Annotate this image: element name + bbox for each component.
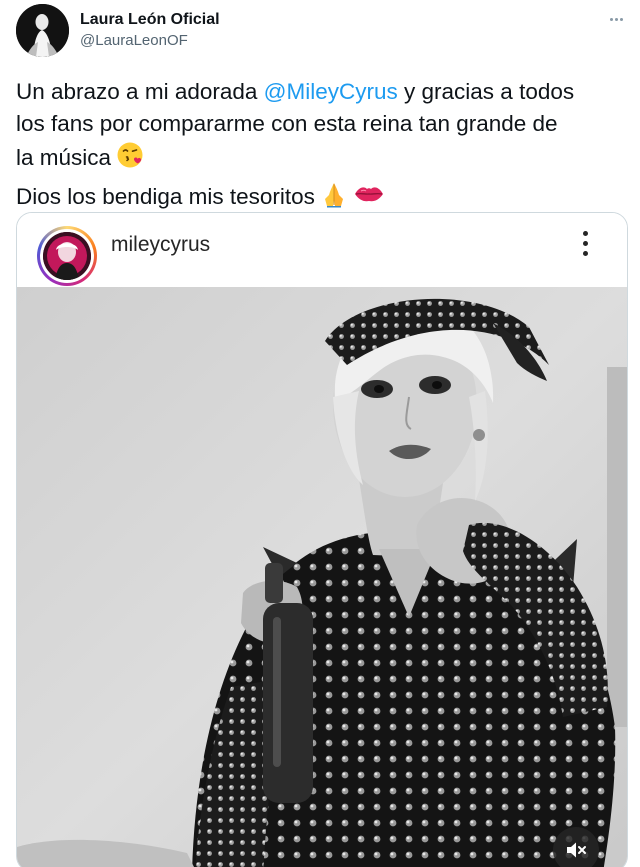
tweet-text: Un abrazo a mi adorada @MileyCyrus y gra…: [16, 76, 628, 218]
embed-username[interactable]: mileycyrus: [111, 233, 210, 257]
embedded-video[interactable]: [17, 287, 627, 867]
face-blowing-kiss-emoji: [115, 140, 145, 179]
tweet-text-segment: la música: [16, 145, 112, 170]
tweet-header: Laura León Oficial @LauraLeonOF: [0, 0, 640, 64]
embed-header: mileycyrus: [17, 213, 627, 287]
muted-speaker-icon: [567, 842, 586, 858]
more-options-icon[interactable]: [600, 8, 632, 30]
mention-link[interactable]: @MileyCyrus: [264, 79, 398, 104]
tweet-text-segment: Dios los bendiga mis tesoritos: [16, 184, 315, 209]
tweet-line-1: Un abrazo a mi adorada @MileyCyrus y gra…: [16, 76, 628, 108]
tweet-line-2: los fans por compararme con esta reina t…: [16, 111, 558, 136]
author-avatar-image: [16, 4, 69, 57]
tweet-text-segment: Un abrazo a mi adorada: [16, 79, 264, 104]
tweet-text-segment: y gracias a todos: [397, 79, 575, 104]
author-name[interactable]: Laura León Oficial: [80, 11, 220, 29]
video-frame-image: [17, 287, 627, 867]
embed-avatar-image: [43, 232, 91, 280]
mute-button[interactable]: [553, 827, 599, 867]
embedded-post-card[interactable]: mileycyrus: [16, 212, 628, 867]
author-handle[interactable]: @LauraLeonOF: [80, 32, 188, 49]
tweet: Laura León Oficial @LauraLeonOF Un abraz…: [0, 0, 640, 867]
author-avatar[interactable]: [16, 4, 69, 57]
more-options-icon[interactable]: [575, 227, 595, 259]
tweet-line-3: la música: [16, 140, 628, 179]
embed-avatar[interactable]: [37, 226, 97, 286]
